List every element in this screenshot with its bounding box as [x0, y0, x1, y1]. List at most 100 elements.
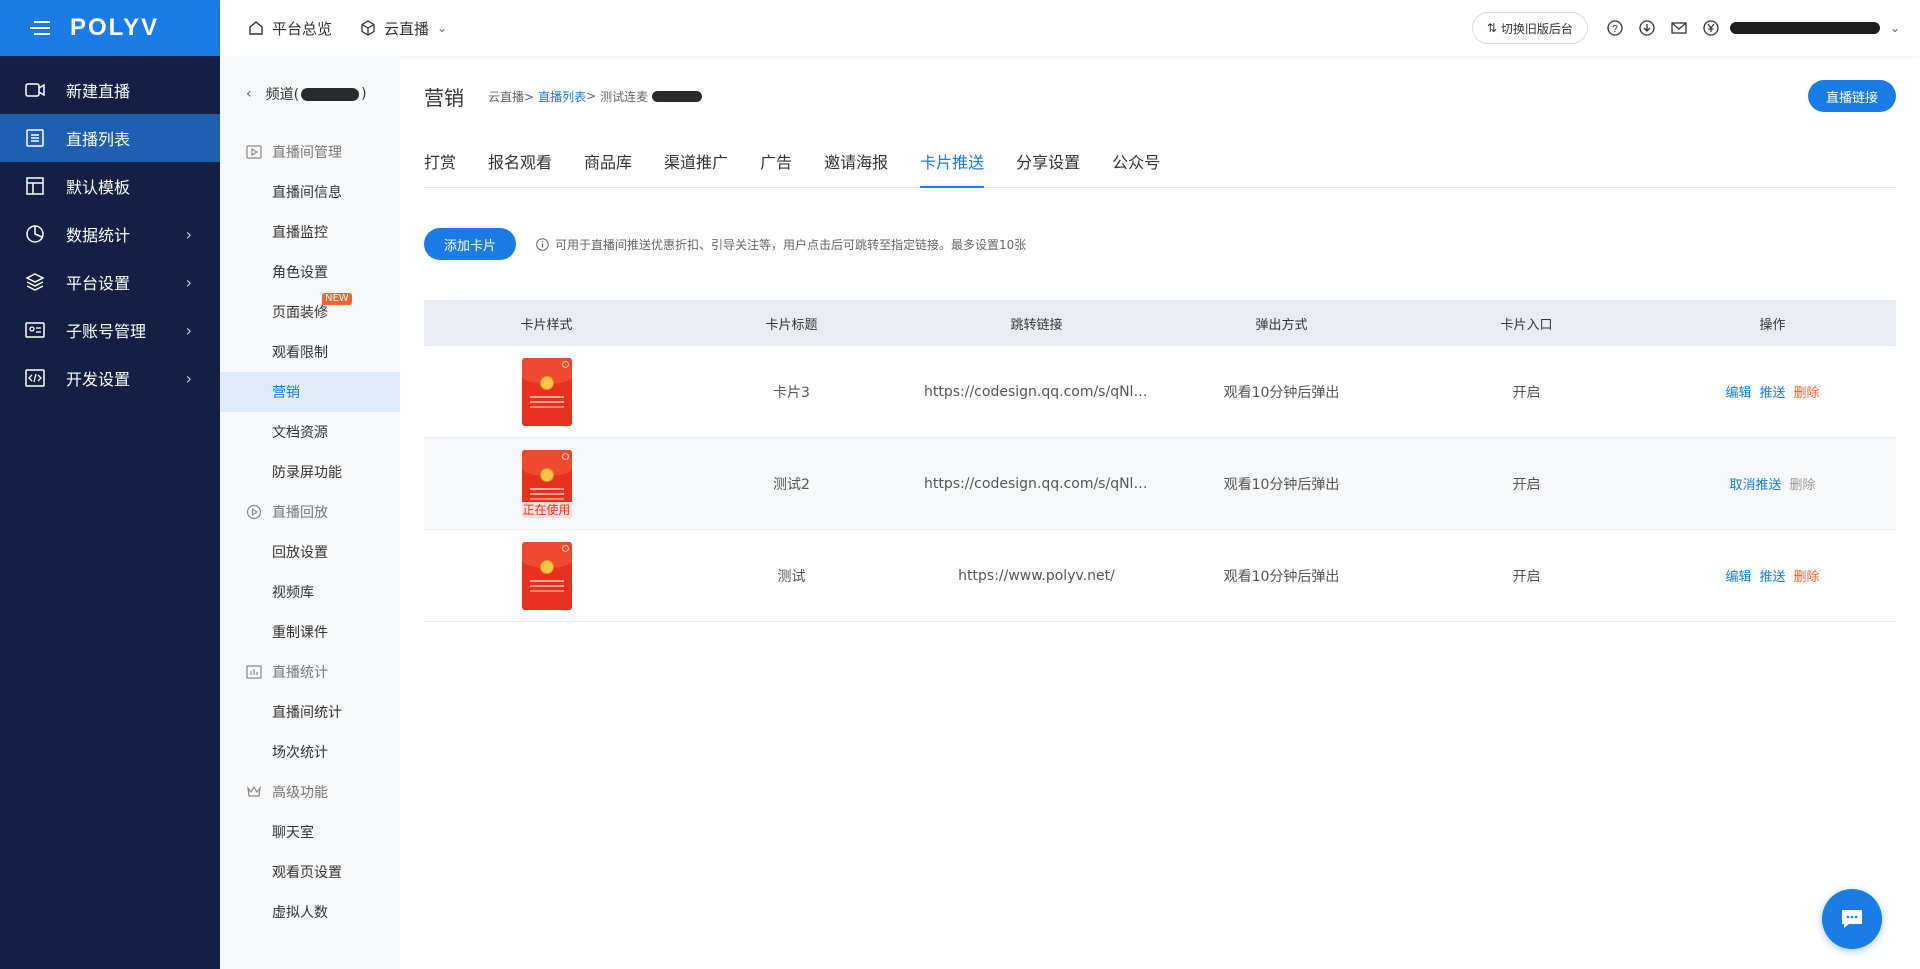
- main-sidebar: POLYV 新建直播 直播列表 默认模板 数据统计 › 平台设置 › 子账号管理…: [0, 0, 220, 969]
- subnav-item-role-settings[interactable]: 角色设置: [220, 252, 400, 292]
- side-nav: 新建直播 直播列表 默认模板 数据统计 › 平台设置 › 子账号管理 › 开发设…: [0, 66, 220, 402]
- card-style-cell: [424, 541, 669, 610]
- tab-ads[interactable]: 广告: [760, 149, 792, 187]
- account-name-masked[interactable]: [1729, 22, 1880, 34]
- edit-button[interactable]: 编辑: [1725, 570, 1751, 585]
- chevron-left-icon[interactable]: ‹: [246, 86, 252, 102]
- chevron-right-icon: ›: [185, 272, 192, 292]
- replay-icon: [246, 504, 262, 520]
- tab-card-push[interactable]: 卡片推送: [920, 149, 985, 188]
- sidebar-item-data-stats[interactable]: 数据统计 ›: [0, 210, 220, 258]
- tab-official-account[interactable]: 公众号: [1112, 149, 1160, 187]
- subnav-item-video-library[interactable]: 视频库: [220, 572, 400, 612]
- breadcrumb-cloud-live[interactable]: 云直播>: [488, 88, 534, 105]
- red-envelope-card-image: [521, 357, 572, 426]
- cloud-live-dropdown[interactable]: 云直播 ⌄: [360, 18, 447, 39]
- sidebar-item-label: 新建直播: [66, 82, 131, 101]
- subnav-item-virtual-viewers[interactable]: 虚拟人数: [220, 892, 400, 932]
- push-button[interactable]: 推送: [1759, 570, 1785, 585]
- play-screen-icon: [246, 144, 262, 160]
- sidebar-item-label: 子账号管理: [66, 322, 147, 341]
- group-live-stats: 直播统计: [220, 652, 400, 692]
- col-card-style: 卡片样式: [520, 317, 573, 333]
- subnav-item-session-stats[interactable]: 场次统计: [220, 732, 400, 772]
- subnav-item-remake-courseware[interactable]: 重制课件: [220, 612, 400, 652]
- breadcrumb-live-list[interactable]: 直播列表: [538, 88, 586, 105]
- switch-old-version-button[interactable]: ⇅ 切换旧版后台: [1471, 12, 1588, 44]
- breadcrumb-current: 测试连麦: [600, 89, 649, 104]
- platform-overview-label: 平台总览: [272, 19, 333, 38]
- subnav-item-marketing[interactable]: 营销: [220, 372, 400, 412]
- chat-bubble-icon: [1842, 910, 1862, 928]
- card-entry: 开启: [1512, 384, 1541, 401]
- tab-registration[interactable]: 报名观看: [488, 149, 552, 187]
- subnav-item-chatroom[interactable]: 聊天室: [220, 812, 400, 852]
- add-card-button[interactable]: 添加卡片: [424, 228, 517, 260]
- tab-channel-promotion[interactable]: 渠道推广: [664, 149, 728, 187]
- home-icon: [248, 20, 264, 36]
- popup-mode: 观看10分钟后弹出: [1223, 384, 1340, 401]
- sidebar-item-label: 平台设置: [66, 274, 131, 293]
- card-table: 卡片样式 卡片标题 跳转链接 弹出方式 卡片入口 操作 卡片3 https://…: [424, 300, 1896, 622]
- col-card-title: 卡片标题: [765, 317, 818, 333]
- list-icon: [24, 127, 46, 149]
- sidebar-item-platform-settings[interactable]: 平台设置 ›: [0, 258, 220, 306]
- brand-logo[interactable]: POLYV: [70, 14, 159, 42]
- subnav-item-viewer-page-settings[interactable]: 观看页设置: [220, 852, 400, 892]
- sidebar-item-new-live[interactable]: 新建直播: [0, 66, 220, 114]
- subnav-item-room-info[interactable]: 直播间信息: [220, 172, 400, 212]
- push-button[interactable]: 推送: [1759, 386, 1785, 401]
- col-jump-link: 跳转链接: [1010, 317, 1063, 333]
- red-envelope-card-image: 正在使用: [521, 449, 572, 518]
- tab-share-settings[interactable]: 分享设置: [1016, 149, 1080, 187]
- subnav-item-doc-resources[interactable]: 文档资源: [220, 412, 400, 452]
- group-live-room-management: 直播间管理: [220, 132, 400, 172]
- subnav-item-view-restriction[interactable]: 观看限制: [220, 332, 400, 372]
- chevron-right-icon: ›: [185, 368, 192, 388]
- id-card-icon: [24, 319, 46, 341]
- col-card-entry: 卡片入口: [1500, 317, 1553, 333]
- delete-button[interactable]: 删除: [1794, 386, 1820, 401]
- sidebar-item-dev-settings[interactable]: 开发设置 ›: [0, 354, 220, 402]
- sidebar-item-default-template[interactable]: 默认模板: [0, 162, 220, 210]
- video-camera-icon: [24, 79, 46, 101]
- menu-toggle-icon[interactable]: [30, 19, 52, 37]
- chevron-down-icon[interactable]: ⌄: [1890, 21, 1900, 35]
- sidebar-item-sub-accounts[interactable]: 子账号管理 ›: [0, 306, 220, 354]
- currency-icon[interactable]: [1702, 19, 1720, 37]
- chat-support-button[interactable]: [1822, 889, 1882, 949]
- subnav-item-playback-settings[interactable]: 回放设置: [220, 532, 400, 572]
- cancel-push-button[interactable]: 取消推送: [1729, 478, 1781, 493]
- help-icon[interactable]: ?: [1606, 19, 1624, 37]
- channel-header[interactable]: ‹ 频道(): [220, 56, 400, 132]
- subnav-item-page-decoration[interactable]: 页面装修 NEW: [220, 292, 400, 332]
- group-title-label: 直播回放: [272, 505, 328, 521]
- tab-product-library[interactable]: 商品库: [584, 149, 632, 187]
- platform-overview-link[interactable]: 平台总览: [248, 18, 332, 39]
- new-badge: NEW: [322, 293, 352, 305]
- table-row: 卡片3 https://codesign.qq.com/s/qNlO1Z... …: [424, 346, 1896, 438]
- subnav-item-room-stats[interactable]: 直播间统计: [220, 692, 400, 732]
- marketing-tabs: 打赏 报名观看 商品库 渠道推广 广告 邀请海报 卡片推送 分享设置 公众号: [424, 136, 1896, 188]
- in-use-badge: 正在使用: [521, 501, 572, 518]
- col-popup-mode: 弹出方式: [1255, 317, 1308, 333]
- mail-icon[interactable]: [1670, 19, 1688, 37]
- tab-reward[interactable]: 打赏: [424, 149, 456, 187]
- hint-text: 可用于直播间推送优惠折扣、引导关注等，用户点击后可跳转至指定链接。最多设置10张: [536, 236, 1026, 253]
- download-icon[interactable]: [1638, 19, 1656, 37]
- edit-button[interactable]: 编辑: [1725, 386, 1751, 401]
- popup-mode: 观看10分钟后弹出: [1223, 476, 1340, 493]
- subnav-item-live-monitor[interactable]: 直播监控: [220, 212, 400, 252]
- live-link-button[interactable]: 直播链接: [1807, 80, 1896, 112]
- table-row: 测试 https://www.polyv.net/ 观看10分钟后弹出 开启 编…: [424, 530, 1896, 622]
- logo-bar: POLYV: [0, 0, 220, 56]
- sidebar-item-live-list[interactable]: 直播列表: [0, 114, 220, 162]
- subnav-item-anti-recording[interactable]: 防录屏功能: [220, 452, 400, 492]
- delete-button[interactable]: 删除: [1794, 570, 1820, 585]
- cube-icon: [360, 20, 376, 36]
- jump-link: https://codesign.qq.com/s/qNlO1Z...: [924, 383, 1159, 400]
- red-envelope-card-image: [521, 541, 572, 610]
- group-title-label: 直播统计: [272, 665, 328, 681]
- tab-invite-poster[interactable]: 邀请海报: [824, 149, 888, 187]
- main-content: 营销 云直播> 直播列表 > 测试连麦 直播链接 打赏 报名观看 商品库 渠道推…: [424, 56, 1896, 622]
